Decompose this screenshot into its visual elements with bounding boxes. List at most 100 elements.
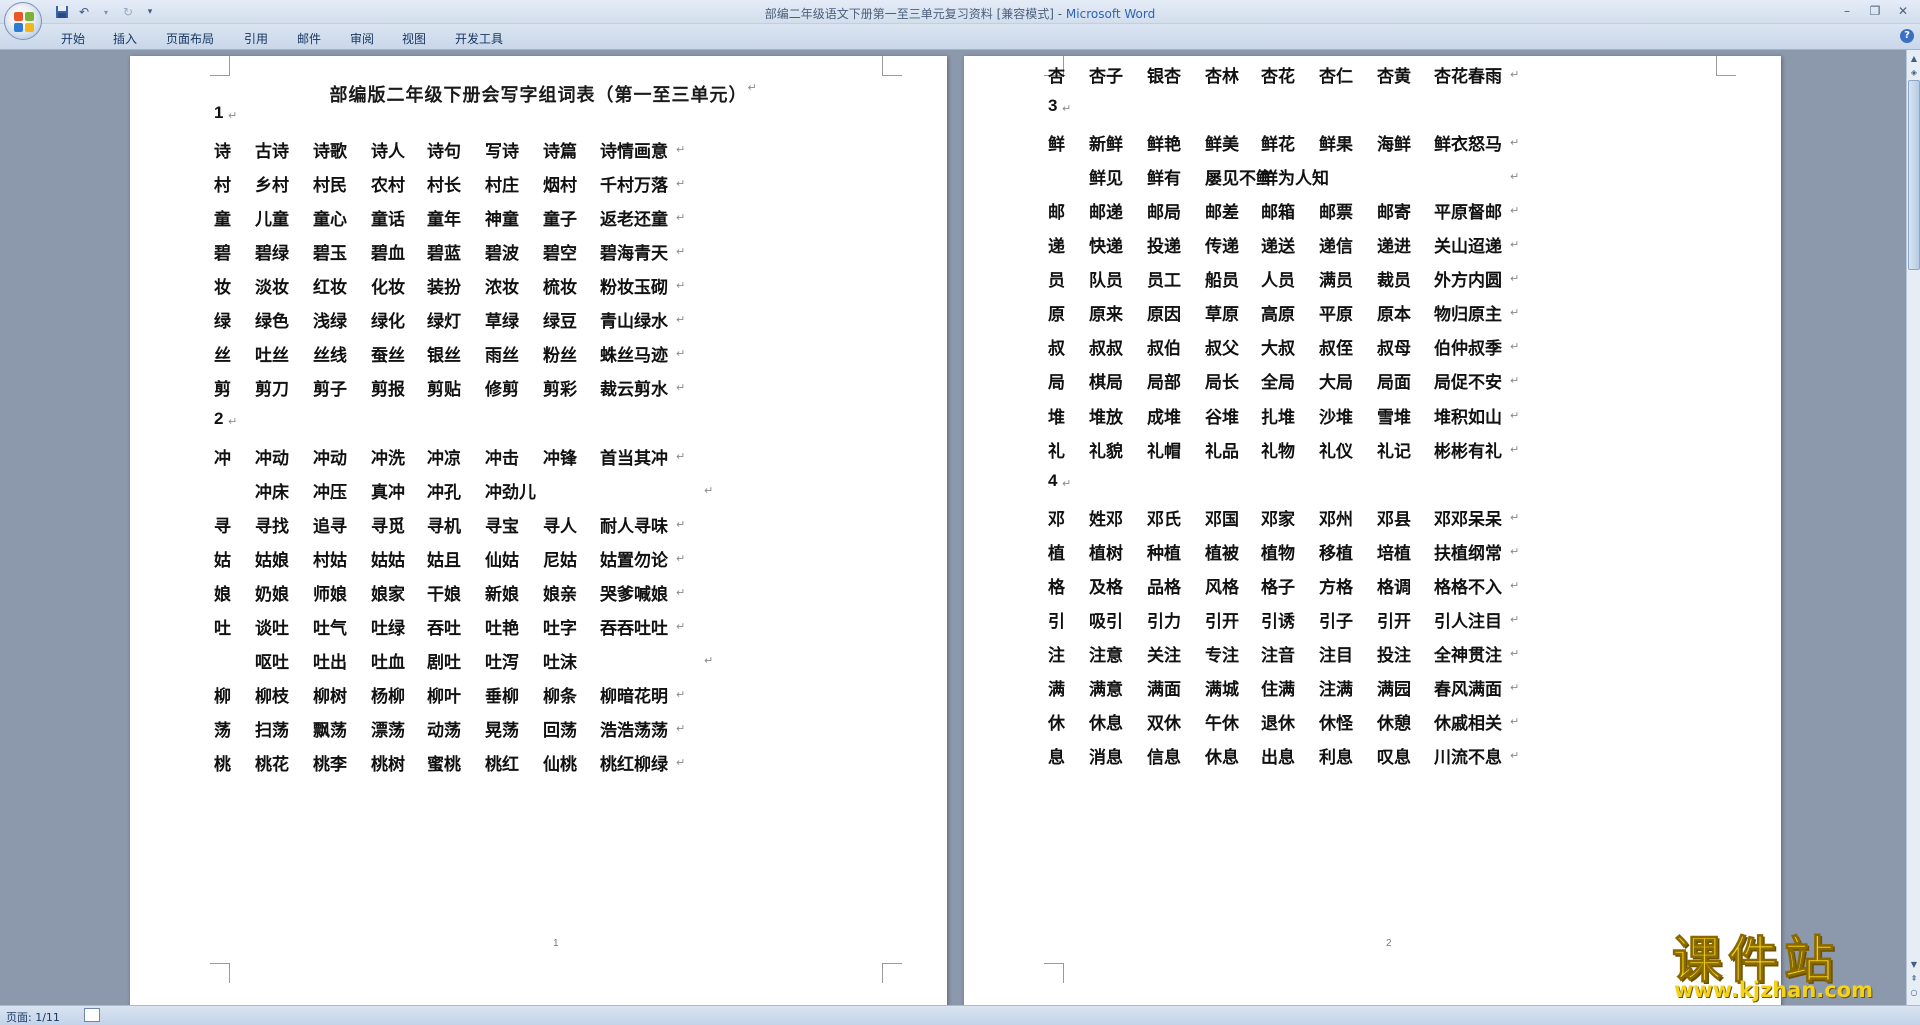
document-page-2[interactable]: 杏杏子 银杏 杏林 杏花 杏仁 杏黄 杏花春雨 ↵ 3 ↵ 鲜新鲜 鲜艳 鲜美 鲜花 鲜果 海鲜 鲜衣怒马 ↵ 鲜见…	[964, 56, 1781, 1005]
word-cell: 梳妆	[543, 278, 577, 299]
word-cell: 桃红	[485, 754, 519, 775]
proofing-icon[interactable]	[84, 1008, 100, 1022]
paragraph-mark: ↵	[676, 313, 686, 327]
scrollbar-thumb[interactable]	[1908, 80, 1920, 270]
word-cell: 信息	[1147, 748, 1181, 768]
word-cell: 剧吐	[427, 652, 461, 673]
ruler-toggle-icon[interactable]: ◈	[1908, 66, 1920, 80]
word-cell: 植树	[1089, 543, 1123, 564]
word-row: 满 满意 满面 满城 住满 注满 满园 春风满面 ↵	[964, 675, 1781, 703]
minimize-icon[interactable]: –	[1834, 2, 1860, 20]
word-row: 注 注意 关注 专注 注音 注目 投注 全神贯注 ↵	[964, 641, 1781, 669]
previous-page-icon[interactable]: ⇞	[1908, 972, 1920, 986]
office-logo-icon	[14, 12, 34, 32]
word-cell: 尼姑	[543, 550, 577, 571]
margin-corner-mark	[882, 56, 902, 76]
word-cell: 培植	[1377, 543, 1411, 564]
word-cell: 浓妆	[485, 278, 519, 299]
word-cell: 村民	[313, 176, 347, 197]
document-workspace[interactable]: 部编版二年级下册会写字组词表（第一至三单元） ↵ 1 ↵ 诗古诗 诗歌 诗人 诗句 写诗 诗篇诗…	[0, 50, 1906, 1005]
vertical-scrollbar[interactable]: ▲ ◈ ▼ ⇞ ○	[1906, 50, 1920, 1005]
paragraph-mark: ↵	[1062, 102, 1072, 116]
word-row: 员 队员 员工 船员 人员 满员 裁员 外方内圆 ↵	[964, 266, 1781, 294]
word-cell: 彬彬有礼	[1434, 441, 1502, 462]
maximize-icon[interactable]: ❐	[1862, 2, 1888, 20]
word-cell: 首当其冲	[600, 448, 668, 469]
word-cell: 叔叔	[1089, 339, 1123, 360]
head-character: 叔	[1048, 339, 1065, 360]
paragraph-mark: ↵	[1510, 204, 1520, 218]
paragraph-mark: ↵	[1510, 68, 1520, 81]
word-cell: 银丝	[427, 346, 461, 367]
word-cell: 烟村	[543, 176, 577, 197]
help-icon[interactable]: ?	[1900, 29, 1914, 43]
tab-insert[interactable]: 插入	[113, 30, 137, 47]
document-page-1[interactable]: 部编版二年级下册会写字组词表（第一至三单元） ↵ 1 ↵ 诗古诗 诗歌 诗人 诗句 写诗 诗篇诗…	[130, 56, 947, 1005]
word-row: 吐 谈吐 吐气 吐绿 吞吐 吐艳 吐字 吞吞吐吐 ↵	[130, 614, 947, 642]
tab-view[interactable]: 视图	[402, 30, 426, 47]
word-cell: 满城	[1205, 679, 1239, 700]
word-row: 杏 杏子 银杏 杏林 杏花 杏仁 杏黄 杏花春雨 ↵	[964, 62, 1781, 90]
section-number: 3	[1048, 96, 1058, 116]
tab-mailings[interactable]: 邮件	[297, 30, 321, 47]
scroll-up-icon[interactable]: ▲	[1908, 52, 1920, 66]
word-cell: 谷堆	[1205, 407, 1239, 428]
word-cell: 诗篇	[543, 142, 577, 163]
word-cell: 注音	[1261, 645, 1295, 666]
word-cell: 局长	[1205, 373, 1239, 394]
word-row: 柳 柳枝 柳树 杨柳 柳叶 垂柳 柳条 柳暗花明 ↵	[130, 682, 947, 710]
word-cell: 专注	[1205, 645, 1239, 666]
tab-review[interactable]: 审阅	[350, 30, 374, 47]
paragraph-mark: ↵	[1510, 136, 1520, 150]
word-cell: 姑置勿论	[600, 550, 668, 571]
office-button[interactable]	[4, 2, 42, 40]
word-cell: 邓县	[1377, 509, 1411, 530]
word-cell: 引人注目	[1434, 611, 1502, 632]
word-cell: 吐泻	[485, 652, 519, 673]
word-cell: 种植	[1147, 543, 1181, 564]
word-cell: 吞吞吐吐	[600, 618, 668, 639]
tab-references[interactable]: 引用	[244, 30, 268, 47]
word-cell: 植物	[1261, 543, 1295, 564]
word-row: 堆 堆放 成堆 谷堆 扎堆 沙堆 雪堆 堆积如山 ↵	[964, 403, 1781, 431]
head-character: 原	[1048, 305, 1065, 326]
word-cell: 柳条	[543, 686, 577, 707]
word-cell: 休戚相关	[1434, 713, 1502, 734]
section-number: 2	[214, 409, 224, 429]
tab-developer[interactable]: 开发工具	[455, 30, 503, 47]
scroll-down-icon[interactable]: ▼	[1908, 958, 1920, 972]
head-character: 邓	[1048, 509, 1065, 530]
word-cell: 吐艳	[485, 618, 519, 639]
word-cell: 鲜艳	[1147, 135, 1181, 156]
word-cell: 满员	[1319, 271, 1353, 292]
paragraph-mark: ↵	[676, 347, 686, 361]
word-cell: 柳枝	[255, 686, 289, 707]
word-cell: 姑且	[427, 550, 461, 571]
word-row: 递 快递 投递 传递 递送 递信 递进 关山迢递 ↵	[964, 232, 1781, 260]
paragraph-mark: ↵	[676, 279, 686, 293]
paragraph-mark: ↵	[676, 177, 686, 191]
word-cell: 引开	[1377, 611, 1411, 632]
word-cell: 冲孔	[427, 482, 461, 503]
tab-home[interactable]: 开始	[61, 30, 85, 47]
word-cell: 礼物	[1261, 441, 1295, 462]
word-cell: 住满	[1261, 679, 1295, 700]
close-icon[interactable]: ✕	[1890, 2, 1916, 20]
word-cell: 冲凉	[427, 448, 461, 469]
word-row: 引 吸引 引力 引开 引诱 引子 引开 引人注目 ↵	[964, 607, 1781, 635]
word-cell: 满意	[1089, 679, 1123, 700]
word-cell: 注目	[1319, 645, 1353, 666]
word-cell: 注意	[1089, 645, 1123, 666]
word-cell: 娘家	[371, 584, 405, 605]
word-row: 绿 绿色 浅绿 绿化 绿灯 草绿 绿豆 青山绿水 ↵	[130, 307, 947, 335]
word-cell: 堆放	[1089, 407, 1123, 428]
word-cell: 吞吐	[427, 618, 461, 639]
word-cell: 装扮	[427, 278, 461, 299]
head-character: 桃	[214, 754, 231, 775]
paragraph-mark: ↵	[1510, 442, 1520, 456]
tab-page-layout[interactable]: 页面布局	[166, 30, 214, 47]
word-cell: 礼记	[1377, 441, 1411, 462]
select-browse-object-icon[interactable]: ○	[1908, 986, 1920, 1000]
page-count-status[interactable]: 页面: 1/11	[6, 1009, 60, 1025]
word-cell: 冲锋	[543, 448, 577, 469]
